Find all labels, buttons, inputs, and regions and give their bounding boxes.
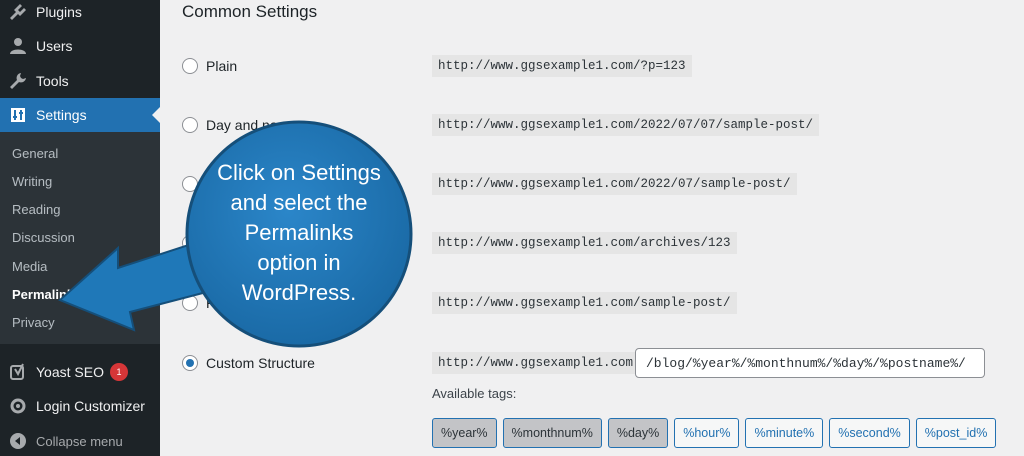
- collapse-menu-label: Collapse menu: [36, 433, 123, 449]
- radio-custom-structure[interactable]: [182, 355, 198, 371]
- tag-minute-button[interactable]: %minute%: [745, 418, 824, 448]
- menu-plugins[interactable]: Plugins: [0, 0, 160, 29]
- option-plain: Plain http://www.ggsexample1.com/?p=123: [160, 55, 1024, 79]
- plugin-icon: [0, 3, 36, 21]
- yoast-icon: [0, 363, 36, 381]
- active-menu-notch: [152, 107, 160, 123]
- notification-badge: 1: [109, 363, 128, 381]
- callout-line: Permalinks: [244, 220, 354, 245]
- settings-sliders-icon: [0, 106, 36, 124]
- callout-text: Click on Settings and select the Permali…: [196, 158, 402, 308]
- tag-monthnum-button[interactable]: %monthnum%: [502, 418, 602, 448]
- radio-day-and-name[interactable]: [182, 117, 198, 133]
- menu-yoast-label: Yoast SEO: [36, 364, 104, 380]
- menu-tools[interactable]: Tools: [0, 64, 160, 98]
- wrench-icon: [0, 72, 36, 90]
- collapse-menu-button[interactable]: Collapse menu: [0, 424, 160, 456]
- callout-line: and select the: [230, 190, 368, 215]
- example-url: http://www.ggsexample1.com/?p=123: [432, 55, 692, 77]
- radio-plain[interactable]: [182, 58, 198, 74]
- available-tags: %year% %monthnum% %day% %hour% %minute% …: [432, 418, 997, 448]
- option-label: Plain: [206, 58, 238, 74]
- menu-login-customizer-label: Login Customizer: [36, 398, 145, 414]
- collapse-icon: [0, 432, 36, 450]
- submenu-permalinks[interactable]: Permalinks: [12, 287, 81, 302]
- menu-settings[interactable]: Settings: [0, 98, 160, 132]
- option-day-and-name: Day and na http://www.ggsexample1.com/20…: [160, 114, 1024, 138]
- tag-second-button[interactable]: %second%: [829, 418, 910, 448]
- menu-yoast-seo[interactable]: Yoast SEO 1: [0, 355, 160, 389]
- submenu-privacy[interactable]: Privacy: [12, 315, 55, 330]
- tag-hour-button[interactable]: %hour%: [674, 418, 740, 448]
- submenu-reading[interactable]: Reading: [12, 202, 60, 217]
- submenu-discussion[interactable]: Discussion: [12, 230, 75, 245]
- menu-tools-label: Tools: [36, 73, 69, 89]
- submenu-media[interactable]: Media: [12, 259, 47, 274]
- tag-post-id-button[interactable]: %post_id%: [915, 418, 997, 448]
- settings-submenu: General Writing Reading Discussion Media…: [0, 132, 160, 344]
- option-label: Day and na: [206, 117, 278, 133]
- callout-line: WordPress.: [241, 280, 357, 305]
- example-url: http://www.ggsexample1.com/sample-post/: [432, 292, 737, 314]
- callout-line: option in: [257, 250, 341, 275]
- base-url: http://www.ggsexample1.com: [432, 352, 640, 374]
- tag-year-button[interactable]: %year%: [432, 418, 497, 448]
- submenu-general[interactable]: General: [12, 146, 58, 161]
- users-icon: [0, 37, 36, 55]
- menu-login-customizer[interactable]: Login Customizer: [0, 389, 160, 423]
- menu-plugins-label: Plugins: [36, 4, 82, 20]
- menu-users[interactable]: Users: [0, 29, 160, 63]
- option-label: Custom Structure: [206, 355, 315, 371]
- tag-day-button[interactable]: %day%: [607, 418, 669, 448]
- admin-sidebar: Plugins Users Tools Settings General Wri…: [0, 0, 160, 456]
- submenu-writing[interactable]: Writing: [12, 174, 52, 189]
- menu-users-label: Users: [36, 38, 73, 54]
- custom-structure-input[interactable]: [635, 348, 985, 378]
- example-url: http://www.ggsexample1.com/2022/07/sampl…: [432, 173, 797, 195]
- login-customizer-icon: [0, 397, 36, 415]
- available-tags-label: Available tags:: [432, 386, 517, 401]
- menu-settings-label: Settings: [36, 107, 87, 123]
- section-title: Common Settings: [182, 2, 318, 21]
- callout-line: Click on Settings: [217, 160, 381, 185]
- example-url: http://www.ggsexample1.com/2022/07/07/sa…: [432, 114, 820, 136]
- example-url: http://www.ggsexample1.com/archives/123: [432, 232, 737, 254]
